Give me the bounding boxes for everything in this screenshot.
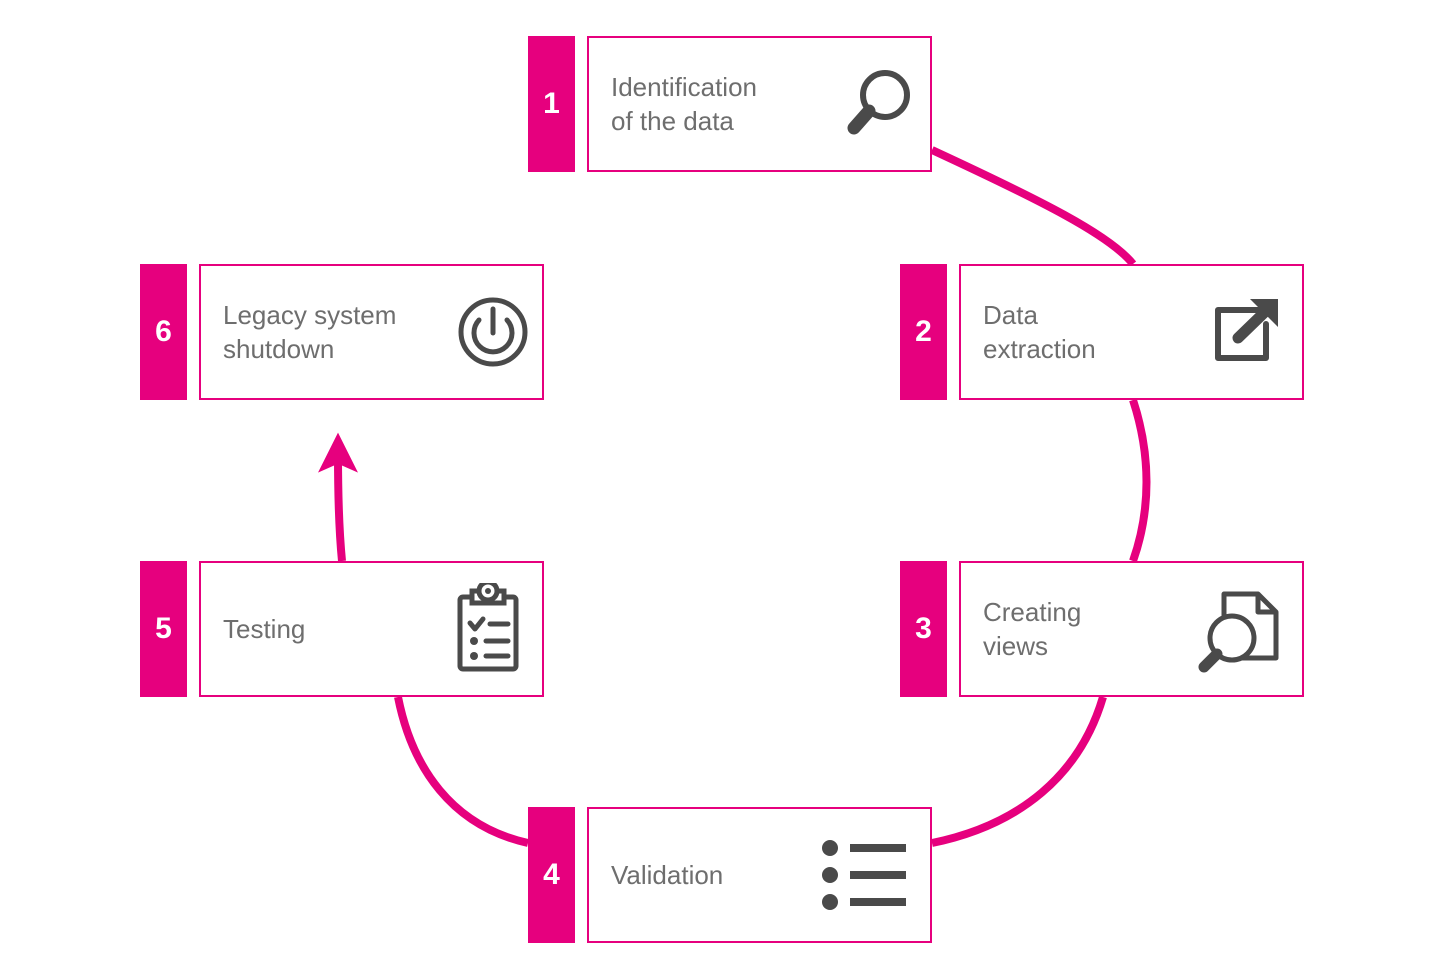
step-panel-1[interactable]: Identification of the data	[587, 36, 932, 172]
clipboard-check-icon	[450, 583, 526, 675]
step-node-1[interactable]: 1 Identification of the data	[528, 36, 932, 172]
document-search-icon	[1192, 584, 1286, 674]
step-node-2[interactable]: 2 Data extraction	[900, 264, 1304, 400]
step-number-badge-2: 2	[900, 264, 947, 400]
step-panel-4[interactable]: Validation	[587, 807, 932, 943]
step-label-4: Validation	[611, 859, 724, 890]
step-node-4[interactable]: 4 Validation	[528, 807, 932, 943]
step-panel-2[interactable]: Data extraction	[959, 264, 1304, 400]
step-number-badge-3: 3	[900, 561, 947, 697]
step-panel-5[interactable]: Testing	[199, 561, 544, 697]
external-link-icon	[1204, 294, 1286, 370]
step-panel-3[interactable]: Creating views	[959, 561, 1304, 697]
power-icon	[454, 293, 532, 371]
connector-2-to-3	[1129, 398, 1151, 563]
step-label-3: Creating views	[983, 596, 1082, 661]
step-label-2: Data extraction	[983, 299, 1096, 364]
step-number-badge-1: 1	[528, 36, 575, 172]
step-node-5[interactable]: 5 Testing	[140, 561, 544, 697]
connector-3-to-4	[931, 695, 1107, 847]
connector-5-to-6-arrow	[318, 432, 359, 562]
step-label-5: Testing	[223, 613, 306, 644]
step-number-badge-5: 5	[140, 561, 187, 697]
connector-1-to-2	[930, 146, 1137, 267]
step-label-1: Identification of the data	[611, 71, 757, 136]
step-number-badge-6: 6	[140, 264, 187, 400]
step-node-3[interactable]: 3 Creating views	[900, 561, 1304, 697]
step-number-badge-4: 4	[528, 807, 575, 943]
step-panel-6[interactable]: Legacy system shutdown	[199, 264, 544, 400]
step-node-6[interactable]: 6 Legacy system shutdown	[140, 264, 544, 400]
diagram-canvas: 1 Identification of the data 2 Data extr…	[0, 0, 1440, 960]
magnifier-icon	[842, 66, 914, 142]
connector-4-to-5	[394, 696, 529, 847]
bullet-list-icon	[818, 833, 914, 917]
step-label-6: Legacy system shutdown	[223, 299, 397, 364]
